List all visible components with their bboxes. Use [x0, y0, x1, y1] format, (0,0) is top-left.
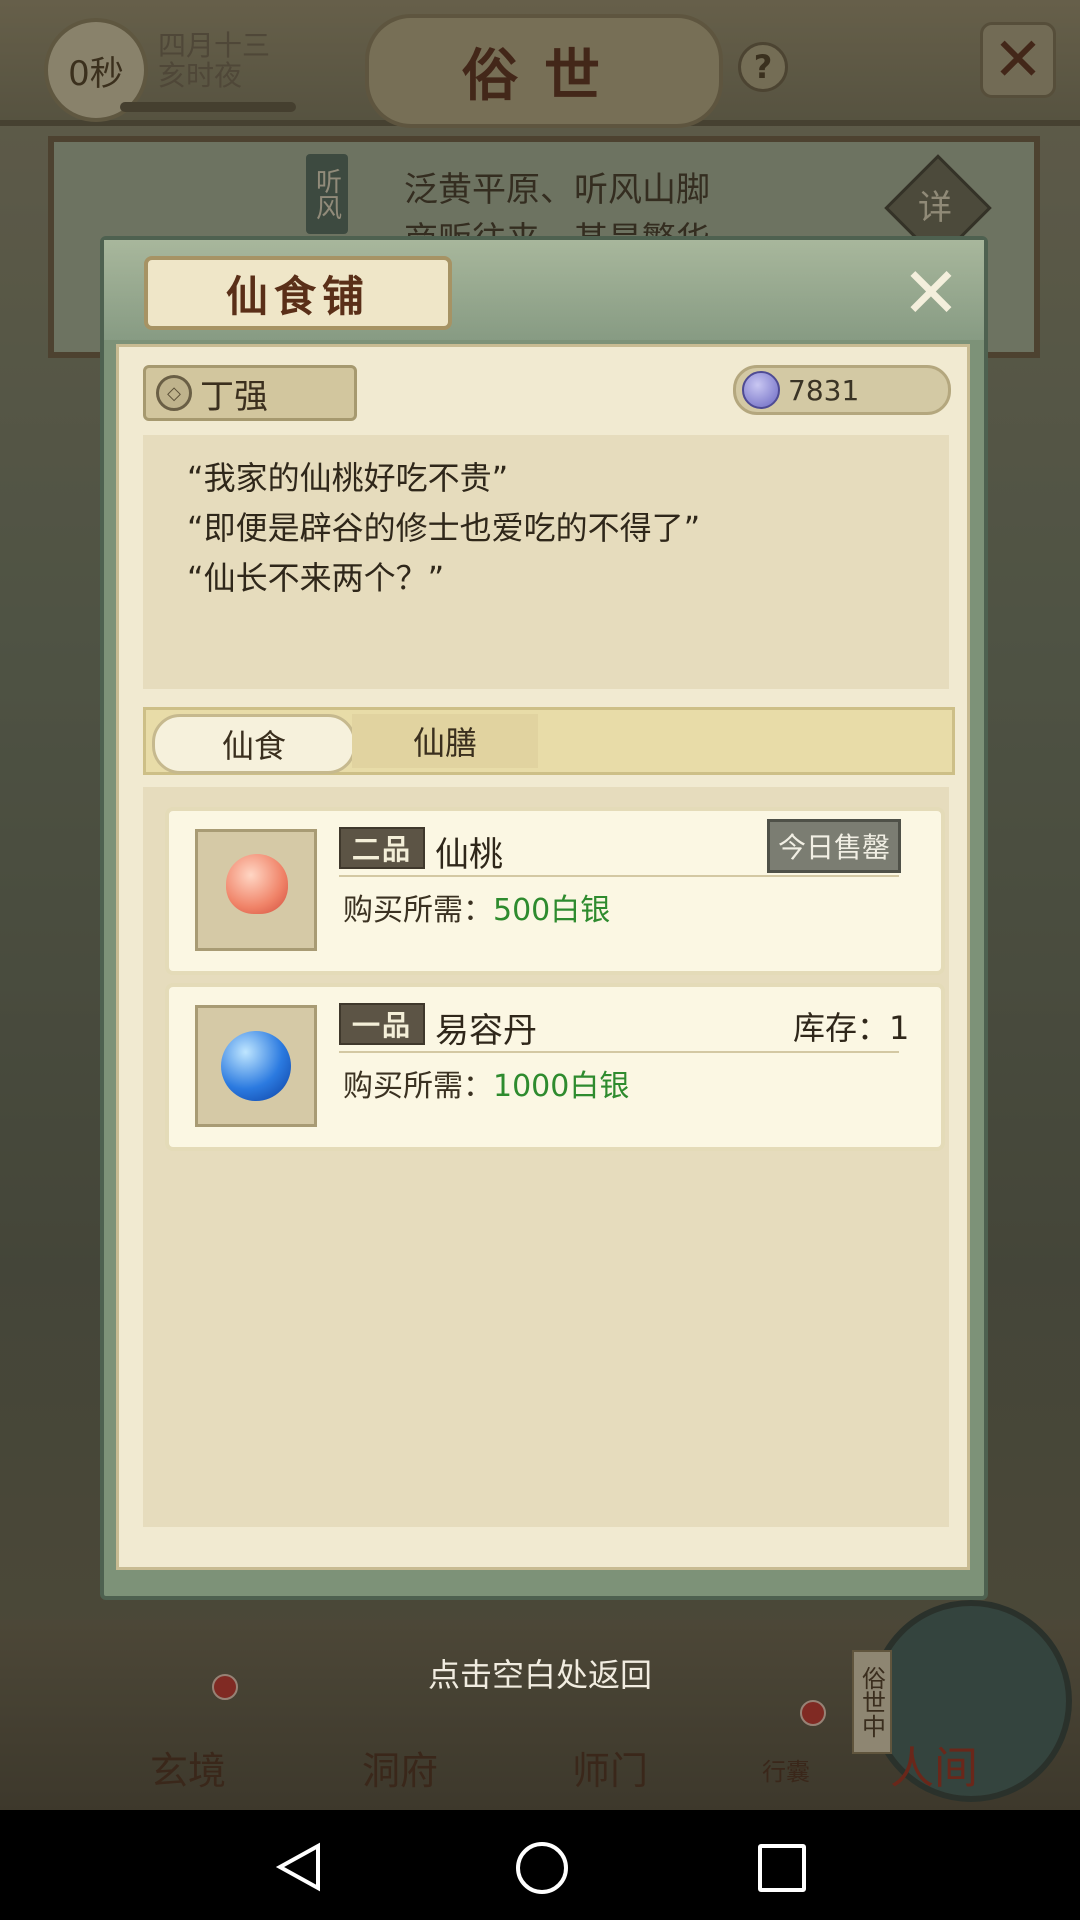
price-value: 500白银	[493, 893, 611, 928]
item-list: 二品 仙桃 今日售罄 购买所需：500白银 一品 易容丹 库存：1 购买所需：1…	[143, 787, 949, 1527]
currency-display: 7831	[733, 365, 951, 415]
dialogue-line: “我家的仙桃好吃不贵”	[187, 459, 509, 497]
npc-dialogue: “我家的仙桃好吃不贵” “即便是辟谷的修士也爱吃的不得了” “仙长不来两个？”	[143, 435, 949, 689]
category-tabs: 仙食 仙膳	[143, 707, 955, 775]
npc-name-plate: ◇ 丁强	[143, 365, 357, 421]
stock-count: 库存：1	[793, 1009, 910, 1047]
back-icon[interactable]	[272, 1840, 326, 1894]
shop-modal: 仙食铺 ✕ ◇ 丁强 7831 “我家的仙桃好吃不贵” “即便是辟谷的修士也爱吃…	[100, 236, 988, 1600]
tab-xianshi[interactable]: 仙食	[152, 714, 356, 774]
item-grade-badge: 二品	[339, 827, 425, 869]
coin-icon	[742, 371, 780, 409]
modal-header: 仙食铺 ✕	[104, 240, 984, 340]
npc-name: 丁强	[200, 376, 268, 417]
return-hint: 点击空白处返回	[427, 1656, 652, 1694]
list-item[interactable]: 二品 仙桃 今日售罄 购买所需：500白银	[165, 807, 945, 975]
item-name: 易容丹	[435, 1011, 537, 1051]
shop-title: 仙食铺	[144, 256, 452, 330]
list-item[interactable]: 一品 易容丹 库存：1 购买所需：1000白银	[165, 983, 945, 1151]
price-value: 1000白银	[493, 1069, 630, 1104]
currency-amount: 7831	[788, 373, 860, 407]
tab-xianshan[interactable]: 仙膳	[352, 714, 538, 768]
npc-diamond-icon: ◇	[156, 375, 192, 411]
home-icon[interactable]	[516, 1842, 568, 1894]
peach-icon	[226, 854, 288, 914]
item-grade-badge: 一品	[339, 1003, 425, 1045]
item-name: 仙桃	[435, 835, 503, 875]
item-price: 购买所需：500白银	[343, 885, 610, 929]
pill-icon	[221, 1031, 291, 1101]
dialogue-line: “即便是辟谷的修士也爱吃的不得了”	[187, 509, 701, 547]
sold-out-badge: 今日售罄	[767, 819, 901, 873]
recent-apps-icon[interactable]	[758, 1844, 806, 1892]
item-thumbnail	[195, 1005, 317, 1127]
dialogue-line: “仙长不来两个？”	[187, 559, 445, 597]
item-thumbnail	[195, 829, 317, 951]
close-icon[interactable]: ✕	[900, 252, 962, 334]
price-label: 购买所需：	[343, 1069, 493, 1104]
divider	[339, 1051, 899, 1053]
item-price: 购买所需：1000白银	[343, 1061, 629, 1105]
modal-body: ◇ 丁强 7831 “我家的仙桃好吃不贵” “即便是辟谷的修士也爱吃的不得了” …	[116, 344, 970, 1570]
divider	[339, 875, 899, 877]
price-label: 购买所需：	[343, 893, 493, 928]
